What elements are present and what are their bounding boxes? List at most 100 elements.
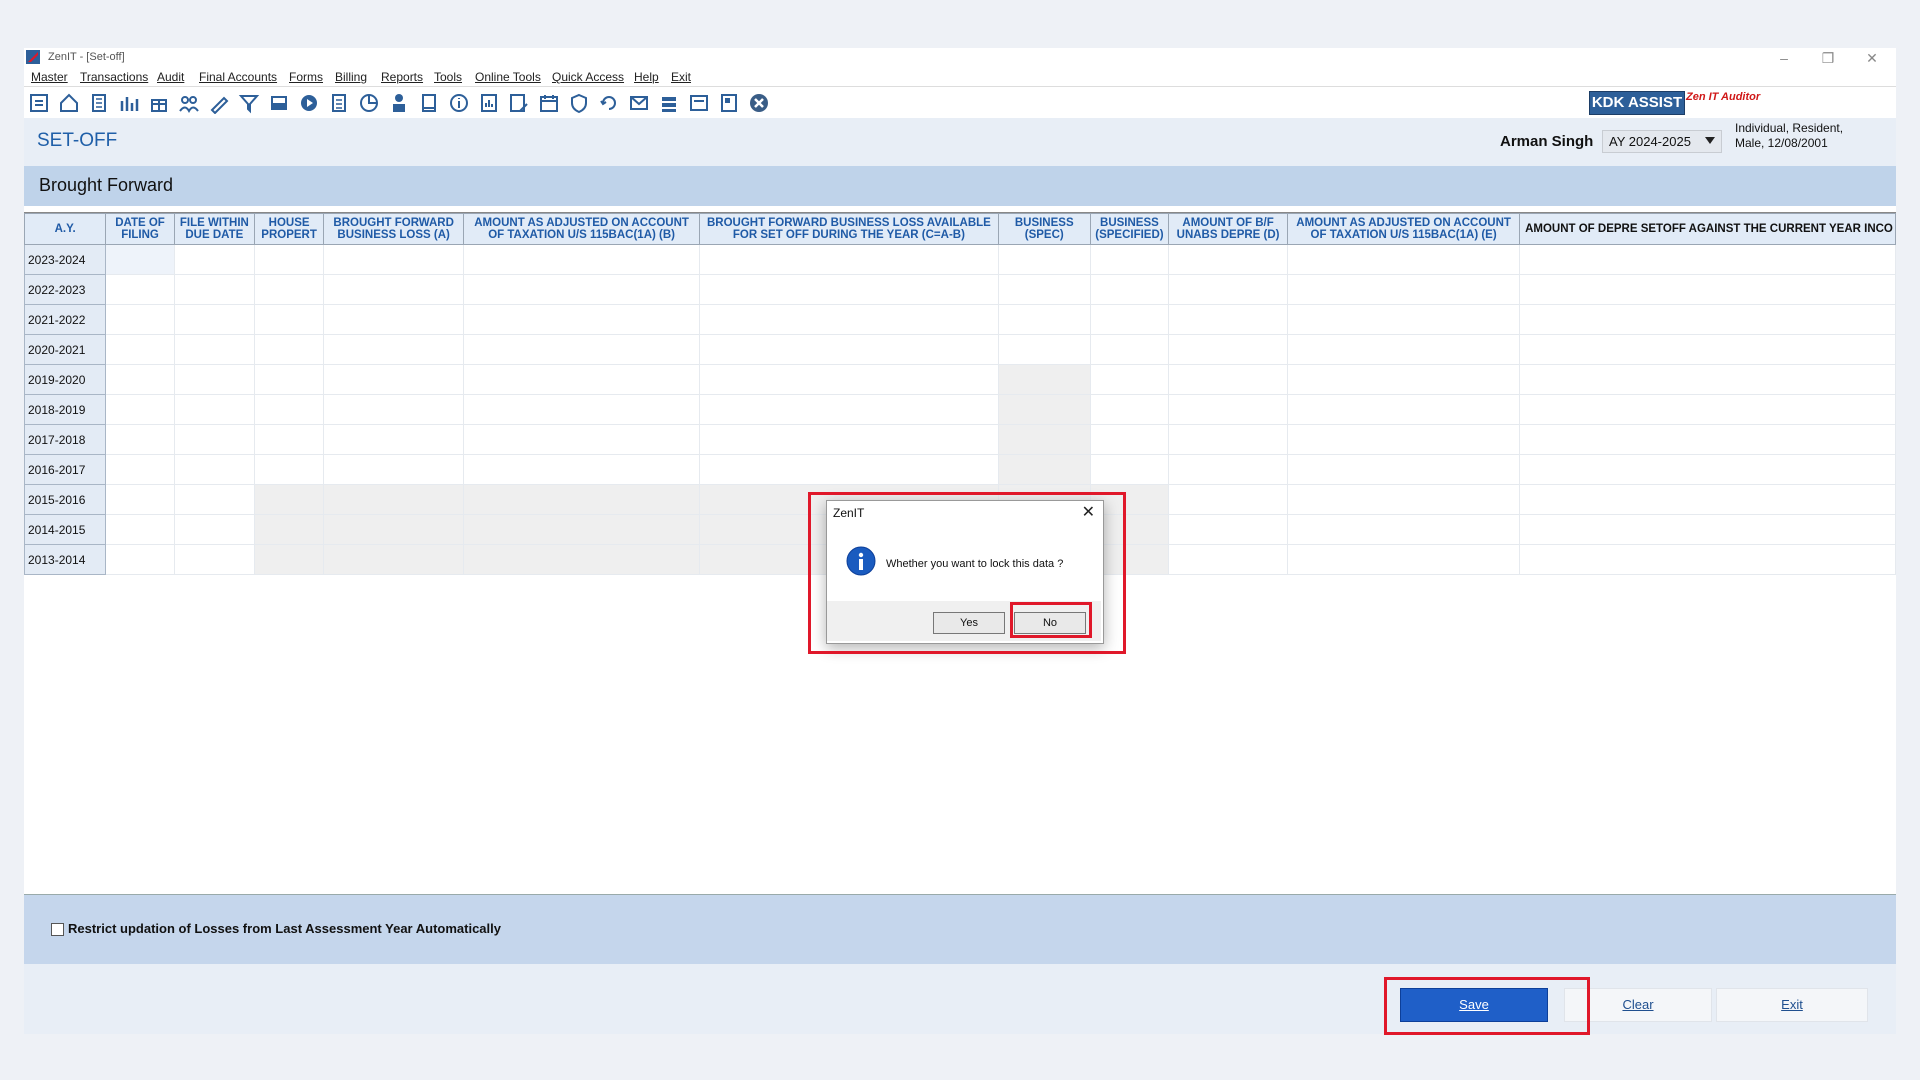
grid-cell[interactable] bbox=[1287, 394, 1521, 425]
grid-cell[interactable] bbox=[323, 424, 464, 455]
menu-tools[interactable]: Tools bbox=[434, 70, 462, 84]
grid-cell[interactable] bbox=[173, 364, 255, 395]
grid-cell[interactable] bbox=[253, 394, 325, 425]
grid-cell[interactable] bbox=[462, 244, 701, 275]
grid-cell[interactable] bbox=[253, 274, 325, 305]
grid-cell[interactable] bbox=[1287, 484, 1521, 515]
menu-transactions[interactable]: Transactions bbox=[80, 70, 148, 84]
grid-cell[interactable] bbox=[1287, 424, 1521, 455]
grid-cell[interactable] bbox=[699, 364, 999, 395]
grid-cell[interactable] bbox=[997, 364, 1091, 395]
restore-button[interactable]: ❐ bbox=[1806, 48, 1850, 68]
grid-cell[interactable] bbox=[699, 394, 999, 425]
grid-cell[interactable] bbox=[462, 394, 701, 425]
grid-cell[interactable] bbox=[105, 394, 175, 425]
grid-cell[interactable] bbox=[1519, 394, 1896, 425]
building-icon[interactable] bbox=[88, 92, 110, 114]
grid-cell[interactable] bbox=[173, 424, 255, 455]
restrict-updation-checkbox[interactable] bbox=[51, 923, 64, 936]
grid-cell[interactable] bbox=[105, 484, 175, 515]
grid-cell[interactable] bbox=[1089, 274, 1170, 305]
grid-cell[interactable] bbox=[699, 424, 999, 455]
grid-cell[interactable] bbox=[323, 514, 464, 545]
grid-cell[interactable] bbox=[1519, 304, 1896, 335]
certificate-icon[interactable] bbox=[688, 92, 710, 114]
grid-cell[interactable] bbox=[1168, 454, 1289, 485]
grid-cell[interactable] bbox=[1519, 514, 1896, 545]
menu-master[interactable]: Master bbox=[31, 70, 68, 84]
pie-chart-icon[interactable] bbox=[358, 92, 380, 114]
grid-cell[interactable] bbox=[323, 334, 464, 365]
grid-cell[interactable] bbox=[462, 484, 701, 515]
grid-cell[interactable] bbox=[253, 514, 325, 545]
grid-cell[interactable] bbox=[462, 454, 701, 485]
mail-icon[interactable] bbox=[628, 92, 650, 114]
grid-cell[interactable] bbox=[105, 544, 175, 575]
grid-cell[interactable] bbox=[462, 274, 701, 305]
grid-cell[interactable] bbox=[699, 334, 999, 365]
grid-cell[interactable] bbox=[1168, 334, 1289, 365]
grid-cell[interactable] bbox=[253, 304, 325, 335]
grid-cell[interactable] bbox=[1519, 244, 1896, 275]
grid-cell[interactable] bbox=[105, 274, 175, 305]
grid-cell[interactable] bbox=[1287, 454, 1521, 485]
grid-cell[interactable] bbox=[1089, 304, 1170, 335]
grid-cell[interactable] bbox=[462, 424, 701, 455]
kdk-assist-button[interactable]: KDK ASSIST bbox=[1589, 91, 1685, 115]
grid-cell[interactable] bbox=[323, 544, 464, 575]
minimize-button[interactable]: – bbox=[1762, 48, 1806, 68]
grid-cell[interactable] bbox=[323, 484, 464, 515]
grid-cell[interactable] bbox=[253, 484, 325, 515]
grid-cell[interactable] bbox=[1168, 304, 1289, 335]
menu-online-tools[interactable]: Online Tools bbox=[475, 70, 541, 84]
close-window-button[interactable]: ✕ bbox=[1850, 48, 1894, 68]
grid-cell[interactable] bbox=[1168, 424, 1289, 455]
menu-exit[interactable]: Exit bbox=[671, 70, 691, 84]
grid-cell[interactable] bbox=[462, 514, 701, 545]
grid-cell[interactable] bbox=[699, 274, 999, 305]
grid-cell[interactable] bbox=[1089, 244, 1170, 275]
grid-cell[interactable] bbox=[253, 334, 325, 365]
grid-cell[interactable] bbox=[1287, 334, 1521, 365]
grid-cell[interactable] bbox=[1168, 274, 1289, 305]
grid-cell[interactable] bbox=[462, 364, 701, 395]
zen-it-auditor-link[interactable]: Zen IT Auditor bbox=[1686, 91, 1760, 103]
grid-cell[interactable] bbox=[323, 454, 464, 485]
grid-cell[interactable] bbox=[997, 244, 1091, 275]
grid-cell[interactable] bbox=[173, 274, 255, 305]
menu-quick-access[interactable]: Quick Access bbox=[552, 70, 624, 84]
grid-cell[interactable] bbox=[173, 484, 255, 515]
grid-cell[interactable] bbox=[1168, 394, 1289, 425]
grid-cell[interactable] bbox=[173, 334, 255, 365]
calendar-icon[interactable] bbox=[538, 92, 560, 114]
grid-cell[interactable] bbox=[323, 304, 464, 335]
grid-cell[interactable] bbox=[1287, 544, 1521, 575]
calculator-icon[interactable] bbox=[328, 92, 350, 114]
grid-cell[interactable] bbox=[1089, 364, 1170, 395]
grid-cell[interactable] bbox=[1519, 454, 1896, 485]
grid-cell[interactable] bbox=[253, 244, 325, 275]
grid-cell[interactable] bbox=[173, 244, 255, 275]
report-icon[interactable] bbox=[478, 92, 500, 114]
grid-cell[interactable] bbox=[105, 454, 175, 485]
grid-cell[interactable] bbox=[699, 244, 999, 275]
grid-cell[interactable] bbox=[1168, 484, 1289, 515]
book-icon[interactable] bbox=[418, 92, 440, 114]
grid-cell[interactable] bbox=[105, 514, 175, 545]
grid-cell[interactable] bbox=[462, 334, 701, 365]
menu-forms[interactable]: Forms bbox=[289, 70, 323, 84]
disc-icon[interactable] bbox=[298, 92, 320, 114]
grid-cell[interactable] bbox=[997, 394, 1091, 425]
pen-icon[interactable] bbox=[208, 92, 230, 114]
grid-cell[interactable] bbox=[1519, 484, 1896, 515]
grid-cell[interactable] bbox=[105, 244, 175, 275]
grid-cell[interactable] bbox=[1287, 304, 1521, 335]
grid-cell[interactable] bbox=[1519, 334, 1896, 365]
grid-cell[interactable] bbox=[1519, 364, 1896, 395]
menu-help[interactable]: Help bbox=[634, 70, 659, 84]
bar-chart-icon[interactable] bbox=[118, 92, 140, 114]
grid-cell[interactable] bbox=[1168, 364, 1289, 395]
menu-audit[interactable]: Audit bbox=[157, 70, 184, 84]
grid-cell[interactable] bbox=[1168, 544, 1289, 575]
grid-cell[interactable] bbox=[1519, 544, 1896, 575]
